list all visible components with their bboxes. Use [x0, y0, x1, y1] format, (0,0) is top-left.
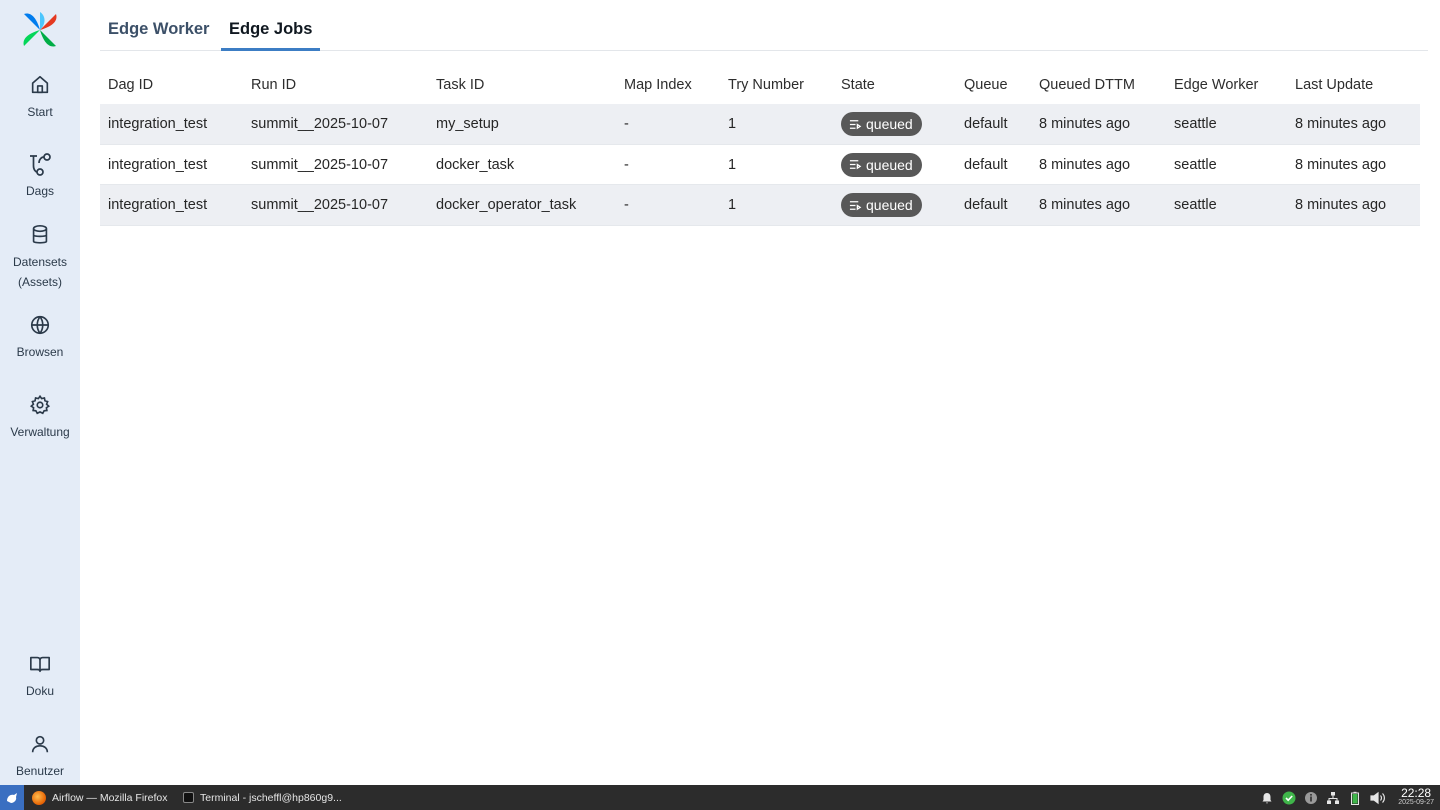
- cell-map-index: -: [624, 116, 629, 132]
- book-icon: [30, 656, 50, 673]
- queue-list-icon: [849, 200, 862, 210]
- column-header-queue[interactable]: Queue: [964, 77, 1008, 93]
- cell-dag-id[interactable]: integration_test: [108, 157, 207, 173]
- cell-edge-worker[interactable]: seattle: [1174, 157, 1217, 173]
- notification-bell-icon[interactable]: [1260, 791, 1274, 805]
- state-badge: queued: [841, 193, 922, 217]
- sidebar-item-label: Verwaltung: [10, 425, 70, 439]
- sidebar-item-assets[interactable]: Datensets (Assets): [0, 224, 80, 292]
- terminal-icon: [183, 792, 194, 803]
- column-header-dag-id[interactable]: Dag ID: [108, 77, 153, 93]
- sidebar-item-browse[interactable]: Browsen: [0, 314, 80, 362]
- tab-edge-worker[interactable]: Edge Worker: [100, 20, 217, 51]
- cell-task-id[interactable]: docker_task: [436, 157, 514, 173]
- cell-queued-dttm: 8 minutes ago: [1039, 156, 1131, 173]
- column-header-queued-dttm[interactable]: Queued DTTM: [1039, 77, 1135, 93]
- state-label: queued: [866, 156, 913, 173]
- clock-date: 2025-09-27: [1398, 798, 1434, 806]
- dags-icon: [30, 153, 51, 176]
- cell-queued-dttm: 8 minutes ago: [1039, 116, 1131, 132]
- cell-queue: default: [964, 116, 1008, 132]
- taskbar-item-label: Terminal - jscheffl@hp860g9...: [200, 791, 342, 804]
- cell-queue: default: [964, 197, 1008, 213]
- system-tray: 22:28 2025-09-27: [1260, 785, 1440, 810]
- cell-dag-id[interactable]: integration_test: [108, 197, 207, 213]
- user-icon: [31, 735, 49, 753]
- column-header-try-number[interactable]: Try Number: [728, 77, 804, 93]
- cell-try-number: 1: [728, 116, 737, 132]
- taskbar: Airflow — Mozilla Firefox Terminal - jsc…: [0, 785, 1440, 810]
- cell-run-id[interactable]: summit__2025-10-07: [251, 116, 388, 132]
- clock[interactable]: 22:28 2025-09-27: [1398, 785, 1434, 808]
- edge-jobs-table: Dag ID Run ID Task ID Map Index Try Numb…: [100, 66, 1420, 226]
- cell-last-update: 8 minutes ago: [1295, 197, 1387, 213]
- state-label: queued: [866, 197, 913, 213]
- cell-last-update: 8 minutes ago: [1295, 116, 1387, 132]
- queue-list-icon: [849, 119, 862, 129]
- sidebar-item-start[interactable]: Start: [0, 74, 80, 122]
- sidebar-item-admin[interactable]: Verwaltung: [0, 394, 80, 442]
- state-label: queued: [866, 116, 913, 132]
- update-ok-icon[interactable]: [1282, 791, 1296, 805]
- cell-run-id[interactable]: summit__2025-10-07: [251, 197, 388, 213]
- sidebar-item-label: Benutzer: [15, 764, 65, 778]
- taskbar-item-terminal[interactable]: Terminal - jscheffl@hp860g9...: [183, 785, 342, 810]
- volume-icon[interactable]: [1370, 791, 1388, 805]
- column-header-run-id[interactable]: Run ID: [251, 77, 296, 93]
- sidebar-item-docs[interactable]: Doku: [0, 653, 80, 701]
- taskbar-item-firefox[interactable]: Airflow — Mozilla Firefox: [32, 785, 168, 810]
- sidebar-item-dags[interactable]: Dags: [0, 152, 80, 201]
- column-header-edge-worker[interactable]: Edge Worker: [1174, 77, 1258, 93]
- sidebar-item-label: Doku: [25, 684, 54, 698]
- cell-try-number: 1: [728, 156, 737, 173]
- cell-queued-dttm: 8 minutes ago: [1039, 197, 1131, 213]
- column-header-map-index[interactable]: Map Index: [624, 77, 692, 93]
- sidebar-item-label: Browsen: [16, 345, 64, 359]
- sidebar-item-label: Dags: [25, 184, 54, 198]
- gear-icon: [29, 394, 51, 415]
- sidebar-item-label: Start: [27, 105, 53, 119]
- column-header-last-update[interactable]: Last Update: [1295, 77, 1373, 93]
- home-icon: [31, 75, 49, 94]
- airflow-logo[interactable]: [20, 10, 60, 50]
- firefox-icon: [32, 790, 46, 805]
- cell-queue: default: [964, 156, 1008, 173]
- table-row[interactable]: integration_test summit__2025-10-07 dock…: [100, 145, 1420, 185]
- start-menu-button[interactable]: [0, 785, 24, 810]
- clock-time: 22:28: [1401, 785, 1432, 800]
- network-icon[interactable]: [1326, 791, 1340, 805]
- column-header-task-id[interactable]: Task ID: [436, 77, 484, 93]
- cell-edge-worker[interactable]: seattle: [1174, 197, 1217, 213]
- xfce-mouse-icon: [7, 792, 17, 803]
- sidebar-item-label: Datensets (Assets): [12, 255, 68, 289]
- cell-task-id[interactable]: docker_operator_task: [436, 197, 576, 213]
- cell-try-number: 1: [728, 197, 737, 213]
- info-icon[interactable]: [1304, 791, 1318, 805]
- cell-run-id[interactable]: summit__2025-10-07: [251, 157, 388, 173]
- sidebar-item-user[interactable]: Benutzer: [0, 733, 80, 781]
- state-badge: queued: [841, 152, 922, 177]
- cell-map-index: -: [624, 197, 629, 213]
- tab-bar: Edge Worker Edge Jobs: [100, 0, 1428, 51]
- column-header-state[interactable]: State: [841, 77, 875, 93]
- table-row[interactable]: integration_test summit__2025-10-07 dock…: [100, 185, 1420, 226]
- cell-dag-id[interactable]: integration_test: [108, 116, 207, 132]
- cell-last-update: 8 minutes ago: [1295, 156, 1387, 173]
- taskbar-item-label: Airflow — Mozilla Firefox: [52, 791, 168, 804]
- table-header: Dag ID Run ID Task ID Map Index Try Numb…: [100, 66, 1420, 104]
- cell-task-id[interactable]: my_setup: [436, 116, 499, 132]
- table-row[interactable]: integration_test summit__2025-10-07 my_s…: [100, 104, 1420, 145]
- battery-icon[interactable]: [1348, 791, 1362, 805]
- globe-icon: [30, 315, 50, 335]
- queue-list-icon: [849, 160, 862, 170]
- state-badge: queued: [841, 112, 922, 136]
- sidebar: Start Dags Datensets (Assets) Browsen Ve…: [0, 0, 80, 785]
- cell-edge-worker[interactable]: seattle: [1174, 116, 1217, 132]
- cell-map-index: -: [624, 156, 629, 173]
- tab-edge-jobs[interactable]: Edge Jobs: [221, 20, 321, 51]
- database-icon: [32, 225, 48, 244]
